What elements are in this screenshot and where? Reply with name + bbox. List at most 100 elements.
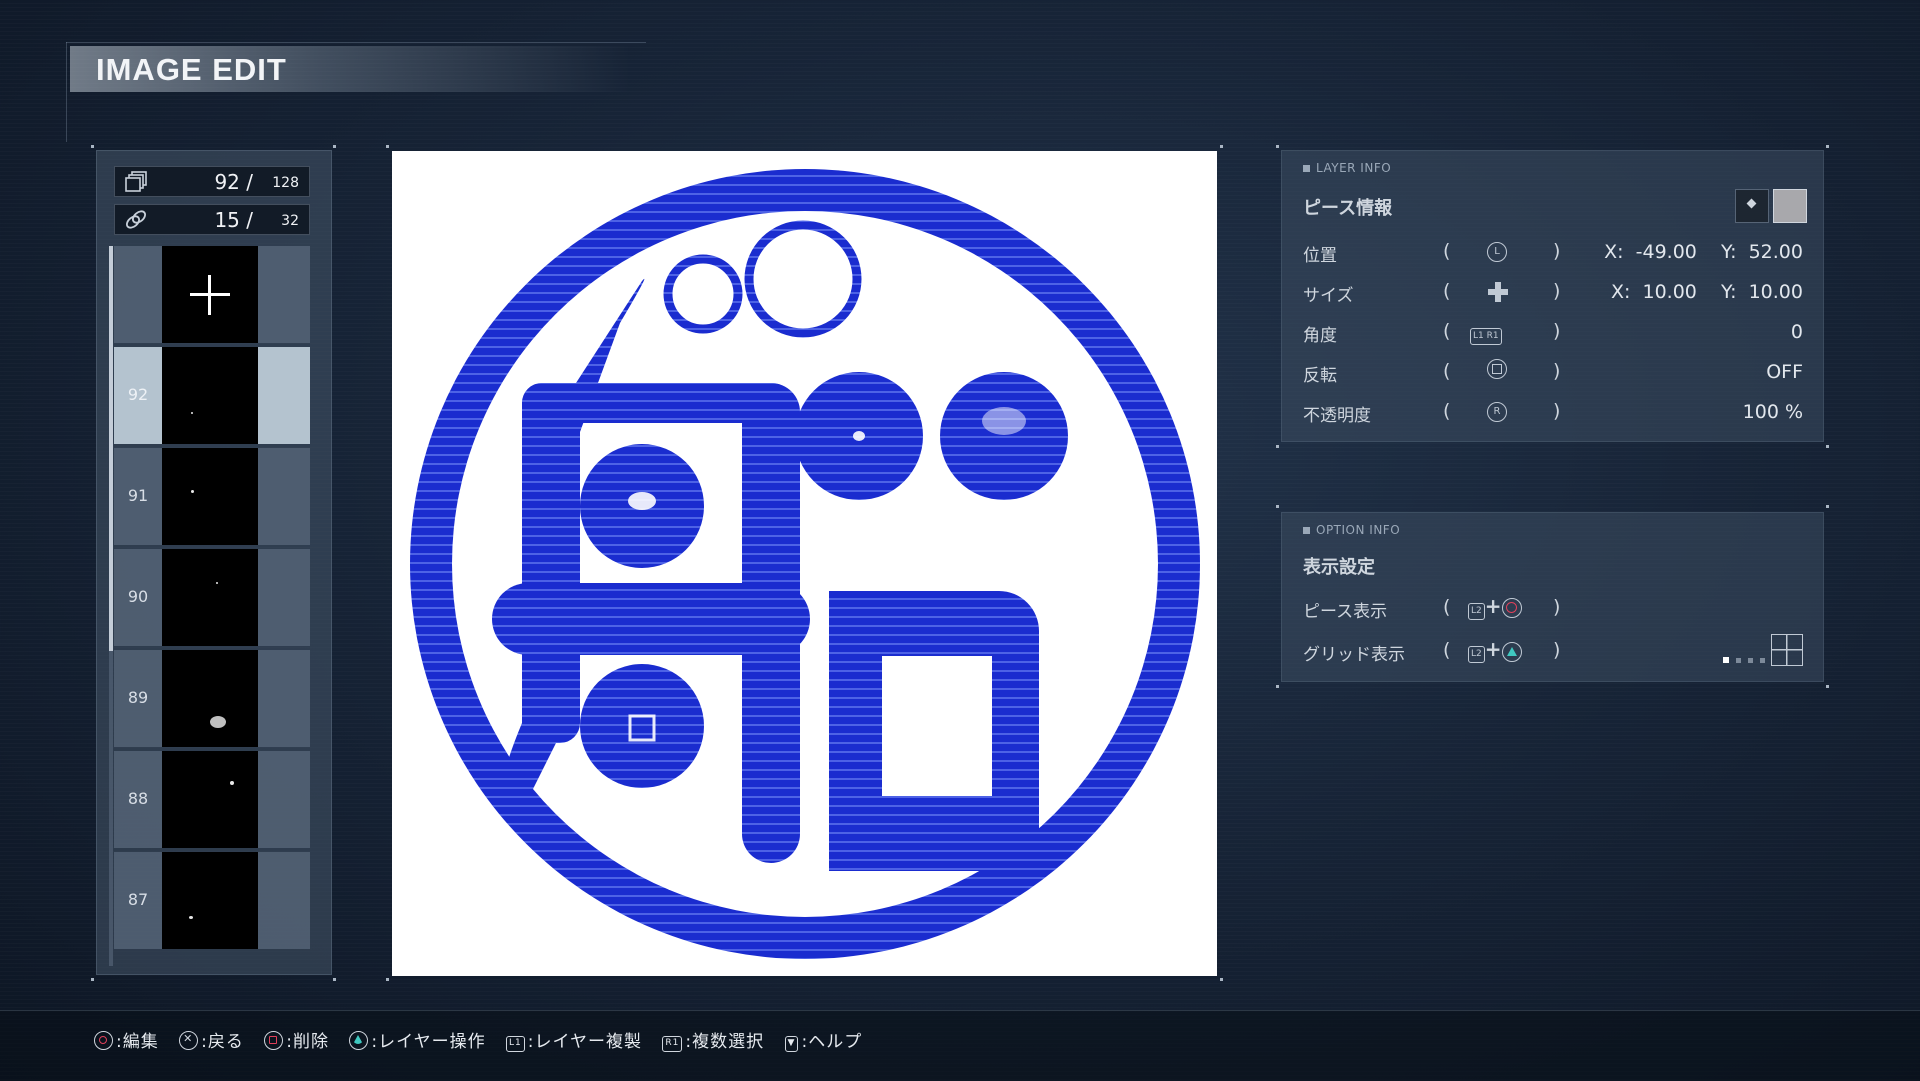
l2-glyph: L2	[1468, 603, 1485, 620]
corner-dot	[1276, 685, 1279, 688]
hint-back[interactable]: ✕:戻る	[179, 1027, 244, 1052]
paren-open: (	[1443, 596, 1451, 618]
grid-display-row[interactable]: グリッド表示 ( L2 + )	[1303, 634, 1803, 668]
layer-row[interactable]: 89	[114, 650, 310, 747]
square-button-icon	[1487, 359, 1507, 379]
layer-thumbnail	[162, 549, 258, 646]
square-button-icon	[264, 1031, 284, 1050]
layer-number: 88	[127, 789, 149, 808]
r1-button-icon: R1	[662, 1036, 683, 1052]
hint-delete[interactable]: :削除	[264, 1027, 329, 1052]
angle-row[interactable]: 角度 ( L1 R1 ) 0	[1303, 317, 1803, 347]
layer-thumbnail	[162, 751, 258, 848]
paren-open: (	[1443, 360, 1451, 382]
sparkle-icon	[1746, 198, 1757, 209]
frame-line-left	[66, 42, 67, 142]
page-title: IMAGE EDIT	[96, 52, 287, 87]
row-label: 不透明度	[1303, 406, 1371, 426]
hint-layer-duplicate[interactable]: L1:レイヤー複製	[506, 1027, 642, 1052]
grid-level-dots	[1723, 648, 1765, 668]
row-label: 反転	[1303, 366, 1337, 386]
chain-link-icon	[126, 210, 146, 229]
flip-row[interactable]: 反転 ( ) OFF	[1303, 357, 1803, 387]
layer-speck	[230, 781, 234, 785]
layer-list: 92 91 90 89 88 87	[114, 246, 310, 966]
layer-thumbnail	[162, 852, 258, 949]
corner-dot	[1276, 445, 1279, 448]
layer-speck	[191, 412, 193, 414]
plus-icon	[208, 275, 211, 315]
l2-glyph: L2	[1468, 646, 1485, 663]
opacity-row[interactable]: 不透明度 ( R ) 100 %	[1303, 397, 1803, 427]
button-hints: :編集 ✕:戻る :削除 :レイヤー操作 L1:レイヤー複製 R1:複数選択 ▼…	[94, 1027, 876, 1052]
paren-open: (	[1443, 280, 1451, 302]
stacked-layers-icon	[125, 171, 147, 192]
corner-dot	[1826, 445, 1829, 448]
layer-speck	[191, 490, 194, 493]
row-label: グリッド表示	[1303, 645, 1405, 665]
layer-number: 92	[127, 385, 149, 404]
panel-title: 表示設定	[1303, 557, 1375, 578]
layer-thumbnail	[162, 347, 258, 444]
corner-dot	[91, 978, 94, 981]
paren-close: )	[1553, 360, 1561, 382]
paren-close: )	[1553, 240, 1561, 262]
angle-value: 0	[1790, 321, 1803, 343]
layer-speck	[216, 582, 218, 584]
hint-multi-select[interactable]: R1:複数選択	[662, 1027, 764, 1052]
paren-open: (	[1443, 320, 1451, 342]
paren-close: )	[1553, 280, 1561, 302]
paren-open: (	[1443, 639, 1451, 661]
hint-layer-ops[interactable]: :レイヤー操作	[349, 1027, 485, 1052]
frame-line-top	[66, 42, 646, 43]
link-count: 15 /	[214, 208, 253, 232]
option-info-panel: OPTION INFO 表示設定 ピース表示 ( L2 + ) グリッド表示 ( …	[1281, 512, 1824, 682]
position-row[interactable]: 位置 ( L ) X: -49.00 Y: 52.00	[1303, 237, 1803, 267]
l2-triangle-icon: L2 +	[1468, 637, 1522, 663]
right-stick-glyph: R	[1487, 402, 1507, 422]
layer-scrollbar-thumb[interactable]	[109, 246, 113, 651]
image-canvas[interactable]	[392, 151, 1217, 976]
add-layer-button[interactable]	[114, 246, 310, 343]
layer-row[interactable]: 92	[114, 347, 310, 444]
layer-speck	[189, 916, 193, 919]
l2-circle-icon: L2 +	[1468, 594, 1522, 620]
row-label: 位置	[1303, 246, 1337, 266]
left-stick-icon: L	[1487, 239, 1507, 262]
paren-open: (	[1443, 240, 1451, 262]
cross-button-icon: ✕	[179, 1031, 199, 1050]
left-stick-glyph: L	[1487, 242, 1507, 262]
piece-icon-button[interactable]	[1735, 189, 1769, 223]
l1-r1-glyph: L1 R1	[1470, 328, 1502, 345]
size-value: X: 10.00 Y: 10.00	[1610, 281, 1803, 303]
piece-counter: 92 / 128	[114, 166, 310, 197]
color-swatch[interactable]	[1773, 189, 1807, 223]
paren-close: )	[1553, 596, 1561, 618]
piece-max: 128	[272, 175, 299, 191]
right-stick-icon: R	[1487, 399, 1507, 422]
layer-thumbnail	[162, 448, 258, 545]
row-label: サイズ	[1303, 286, 1354, 306]
hint-edit[interactable]: :編集	[94, 1027, 159, 1052]
piece-count: 92 /	[214, 170, 253, 194]
grid-icon[interactable]	[1771, 634, 1803, 666]
layer-row[interactable]: 87	[114, 852, 310, 949]
panel-title: ピース情報	[1303, 198, 1393, 219]
hint-help[interactable]: ▼:ヘルプ	[784, 1027, 863, 1052]
piece-display-row[interactable]: ピース表示 ( L2 + )	[1303, 593, 1803, 623]
layer-row[interactable]: 91	[114, 448, 310, 545]
circle-button-icon	[94, 1031, 113, 1050]
layer-row[interactable]: 90	[114, 549, 310, 646]
emblem-drawing	[410, 169, 1200, 959]
paren-close: )	[1553, 320, 1561, 342]
corner-dot	[386, 145, 389, 148]
corner-dot	[1276, 145, 1279, 148]
layer-number: 89	[127, 688, 149, 707]
size-row[interactable]: サイズ ( ) X: 10.00 Y: 10.00	[1303, 277, 1803, 307]
layer-row[interactable]: 88	[114, 751, 310, 848]
layer-panel: 92 / 128 15 / 32 92 91 90 89 88 87	[96, 150, 332, 975]
row-label: 角度	[1303, 326, 1337, 346]
layer-number: 91	[127, 486, 149, 505]
layer-number: 87	[127, 890, 149, 909]
position-value: X: -49.00 Y: 52.00	[1604, 241, 1803, 263]
